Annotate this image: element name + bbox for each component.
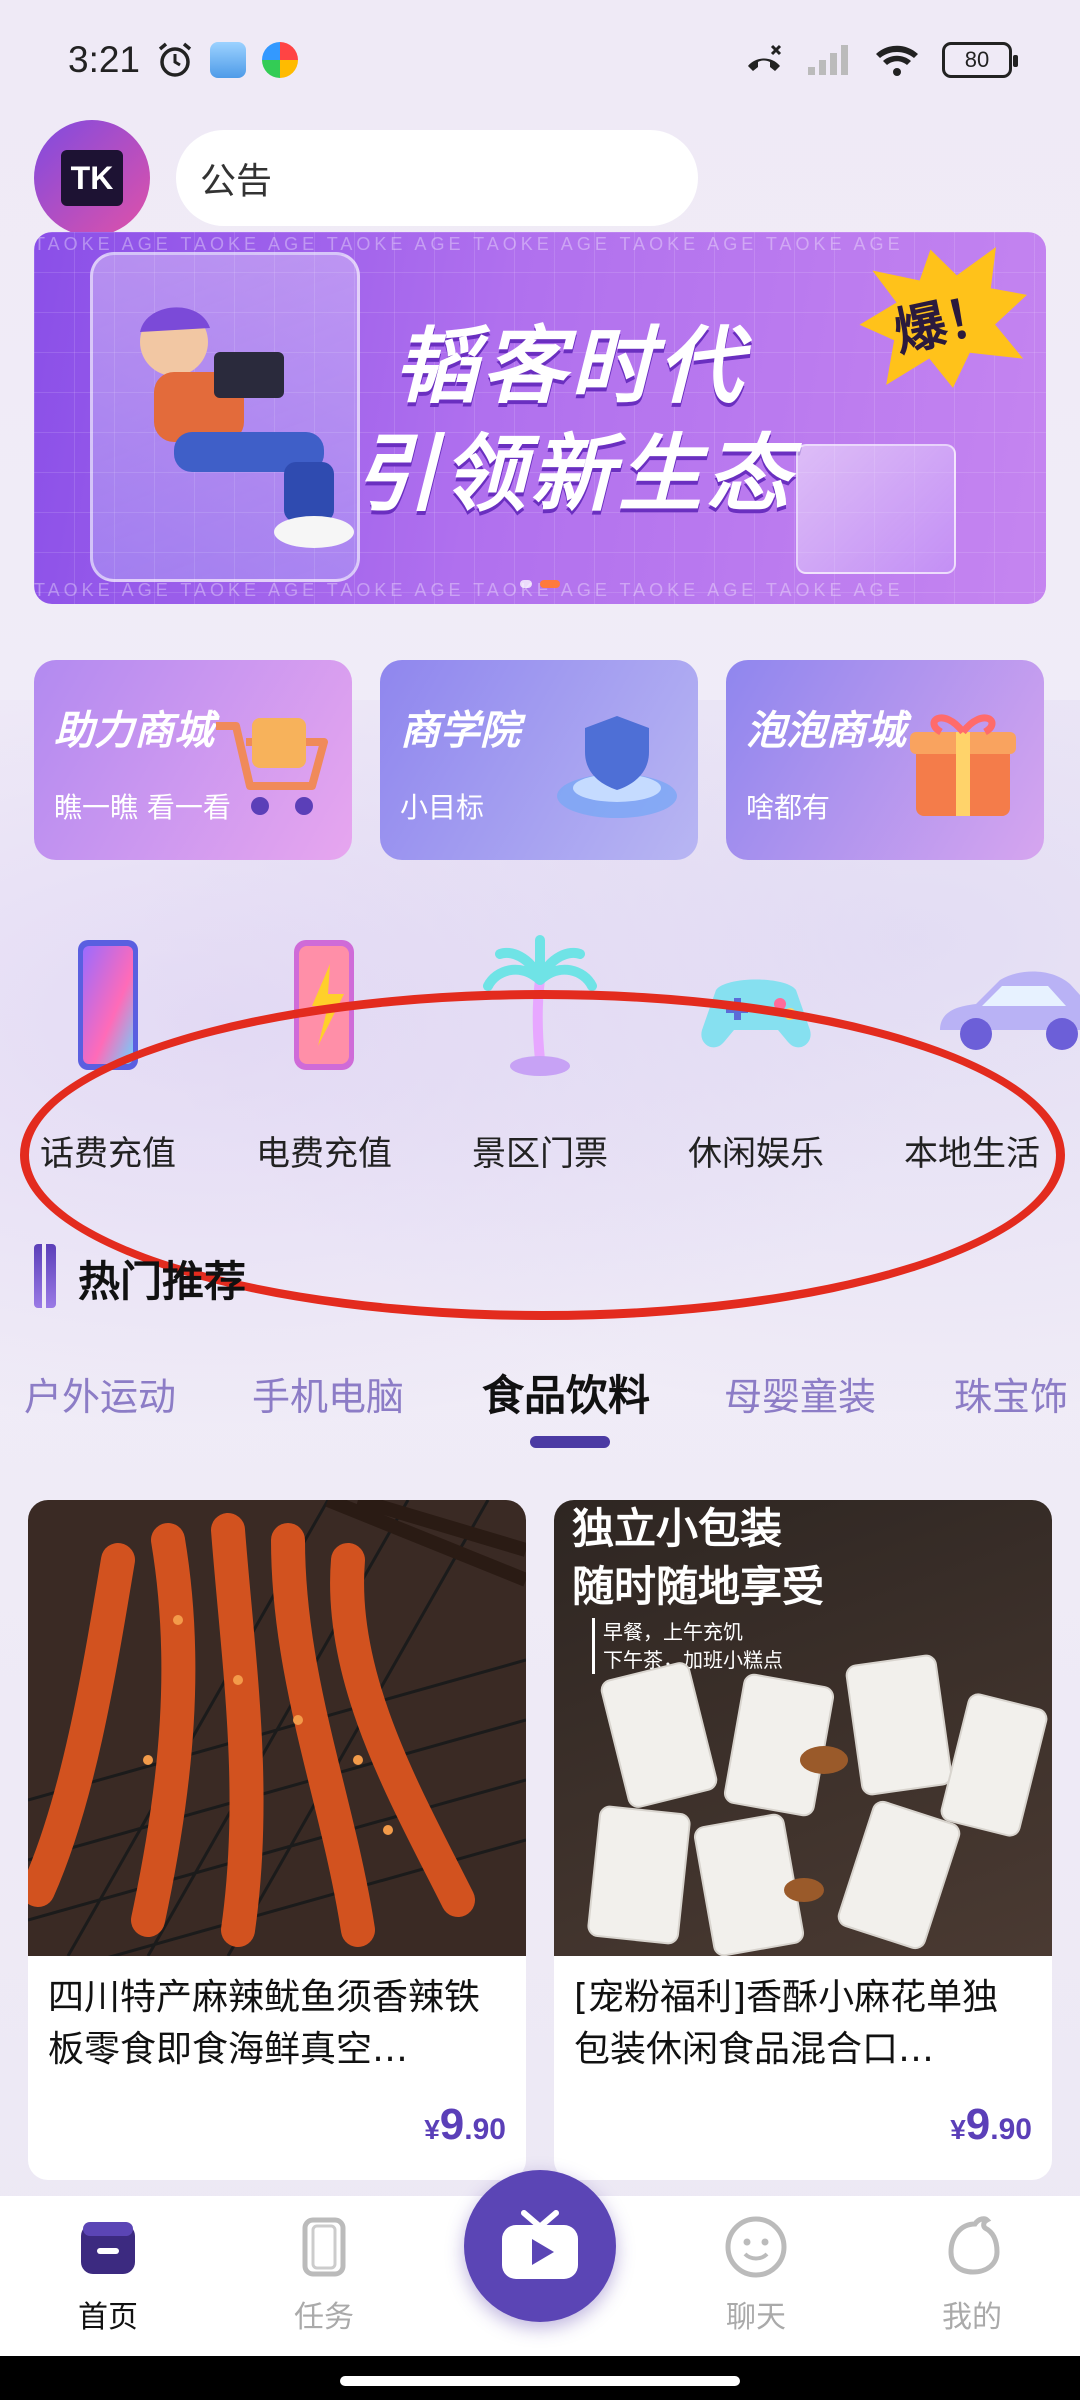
nav-tasks[interactable]: 任务	[254, 2214, 394, 2336]
category-phone-recharge[interactable]: 话费充值	[0, 930, 216, 1190]
promo-banner[interactable]: TAOKE AGE TAOKE AGE TAOKE AGE TAOKE AGE …	[34, 232, 1046, 604]
banner-title: 韬客时代 引领新生态	[354, 312, 794, 528]
product-price: ¥9.90	[424, 2100, 506, 2150]
battery-indicator: 80	[942, 42, 1018, 78]
price-currency: ¥	[950, 2114, 966, 2145]
status-time: 3:21	[68, 39, 141, 80]
tab-phones-computers[interactable]: 手机电脑	[252, 1366, 404, 1421]
feature-card-bubble-mall[interactable]: 泡泡商城 啥都有	[726, 660, 1044, 860]
section-accent-bar	[34, 1244, 56, 1308]
banner-dot[interactable]	[520, 580, 532, 588]
tv-play-icon	[502, 2210, 578, 2279]
notice-label: 公告	[200, 161, 273, 202]
banner-dot-active[interactable]	[540, 580, 560, 588]
product-name: 四川特产麻辣鱿鱼须香辣铁板零食即食海鲜真空…	[48, 1977, 481, 2070]
product-name: [宠粉福利]香酥小麻花单独包装休闲食品混合口…	[574, 1977, 999, 2070]
tab-jewelry[interactable]: 珠宝饰	[954, 1366, 1080, 1421]
banner-title-line2: 引领新生态	[354, 425, 795, 523]
section-title: 热门推荐	[78, 1257, 247, 1306]
product-card[interactable]: 独立小包装 随时随地享受 早餐，上午充饥 下午茶，加班小糕点 [宠粉福利]香酥小…	[554, 1500, 1052, 2180]
banner-character-illustration	[140, 307, 354, 548]
nav-label: 首页	[78, 2300, 138, 2335]
logo-mark: TK	[61, 150, 123, 206]
product-image-mahua: 独立小包装 随时随地享受 早餐，上午充饥 下午茶，加班小糕点	[554, 1500, 1052, 1956]
system-home-bar	[0, 2356, 1080, 2400]
banner-pagination	[520, 580, 560, 588]
category-leisure[interactable]: 休闲娱乐	[648, 930, 864, 1190]
product-image-squid	[28, 1500, 526, 1956]
image-caption-2: 随时随地享受	[572, 1562, 825, 1611]
phone-icon	[78, 940, 138, 1070]
category-row: 话费充值 电费充值 景区门票 休闲娱乐 本地生活	[0, 930, 1080, 1190]
live-video-button[interactable]	[464, 2170, 616, 2322]
palm-tree-icon	[483, 935, 597, 1076]
alarm-icon	[158, 42, 192, 77]
car-icon	[940, 971, 1080, 1050]
battery-level: 80	[964, 47, 990, 72]
home-icon	[81, 2222, 135, 2274]
phone-lightning-icon	[294, 940, 354, 1070]
category-scenic-tickets[interactable]: 景区门票	[432, 930, 648, 1190]
banner-title-line1: 韬客时代	[394, 317, 747, 415]
product-card[interactable]: 四川特产麻辣鱿鱼须香辣铁板零食即食海鲜真空… ¥9.90	[28, 1500, 526, 2180]
status-bar: 3:21 80	[0, 0, 1080, 120]
category-label: 电费充值	[256, 1134, 392, 1174]
category-label: 话费充值	[40, 1134, 176, 1174]
image-caption-1: 独立小包装	[572, 1504, 783, 1553]
nav-chat[interactable]: 聊天	[686, 2214, 826, 2336]
category-label: 休闲娱乐	[688, 1134, 824, 1174]
banner-gift-box	[796, 444, 956, 574]
notice-bar[interactable]: 公告	[176, 130, 698, 226]
app-logo[interactable]: TK	[34, 120, 150, 236]
active-tab-indicator	[530, 1436, 610, 1448]
shopping-cart-icon	[216, 718, 328, 815]
product-price: ¥9.90	[950, 2100, 1032, 2150]
category-label: 景区门票	[472, 1134, 608, 1174]
gamepad-icon	[701, 979, 811, 1048]
feature-card-mall[interactable]: 助力商城 瞧一瞧 看一看	[34, 660, 352, 860]
category-local-life[interactable]: 本地生活	[864, 930, 1080, 1190]
feature-card-business-school[interactable]: 商学院 小目标	[380, 660, 698, 860]
profile-icon	[948, 2216, 1000, 2275]
category-electricity-recharge[interactable]: 电费充值	[216, 930, 432, 1190]
price-currency: ¥	[424, 2114, 440, 2145]
tab-outdoor[interactable]: 户外运动	[24, 1366, 176, 1421]
price-decimal: .90	[464, 2113, 506, 2146]
call-missed-icon	[748, 44, 782, 71]
signal-icon	[808, 45, 848, 75]
price-decimal: .90	[990, 2113, 1032, 2146]
nav-label: 聊天	[726, 2300, 786, 2335]
wifi-icon	[876, 45, 918, 76]
app-notification-icon-2	[262, 42, 299, 78]
chat-smiley-icon	[725, 2216, 787, 2278]
nav-home[interactable]: 首页	[38, 2214, 178, 2336]
gift-box-icon	[910, 714, 1016, 816]
nav-profile[interactable]: 我的	[902, 2214, 1042, 2336]
category-tabs: 户外运动 手机电脑 食品饮料 母婴童装 珠宝饰	[0, 1366, 1080, 1436]
home-indicator[interactable]	[340, 2376, 740, 2386]
image-caption-3: 早餐，上午充饥	[603, 1620, 743, 1644]
nav-label: 任务	[294, 2300, 354, 2335]
snack-packs-illustration	[587, 1654, 1048, 1956]
tab-food-drink[interactable]: 食品饮料	[482, 1366, 650, 1423]
shield-platform-icon	[557, 716, 677, 818]
price-integer: 9	[965, 2100, 991, 2149]
price-integer: 9	[439, 2100, 465, 2149]
category-label: 本地生活	[904, 1134, 1040, 1174]
tab-maternity-kids[interactable]: 母婴童装	[724, 1366, 876, 1421]
tasks-icon	[302, 2217, 346, 2277]
app-notification-icon	[210, 42, 247, 78]
nav-label: 我的	[942, 2300, 1002, 2335]
